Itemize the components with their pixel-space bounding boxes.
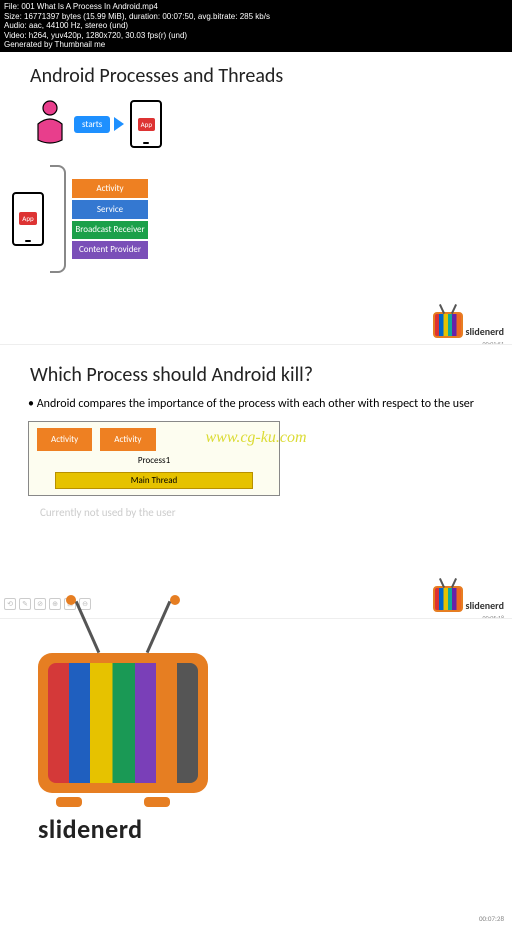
- faded-note: Currently not used by the user: [40, 506, 512, 519]
- component-stack: Activity Service Broadcast Receiver Cont…: [72, 179, 148, 259]
- arrow-right-icon: [114, 117, 124, 131]
- brand-name: slidenerd: [465, 599, 504, 612]
- tool-icon[interactable]: ⊘: [34, 598, 46, 610]
- process-diagram: Activity Activity Process1 Main Thread: [28, 421, 280, 496]
- tv-legs: [38, 793, 188, 807]
- meta-size: Size: 16771397 bytes (15.99 MiB), durati…: [4, 12, 508, 22]
- video-metadata-bar: File: 001 What Is A Process In Android.m…: [0, 0, 512, 52]
- brand-name: slidenerd: [465, 325, 504, 338]
- bracket-icon: [50, 165, 66, 273]
- tool-icon[interactable]: ⊕: [49, 598, 61, 610]
- antenna-ball-icon: [66, 595, 76, 605]
- slide2-bullet: • Android compares the importance of the…: [28, 397, 488, 413]
- meta-file: File: 001 What Is A Process In Android.m…: [4, 2, 508, 12]
- slide2-bullet-text: Android compares the importance of the p…: [37, 397, 474, 411]
- brand-logo-small: slidenerd: [433, 312, 504, 338]
- antenna-ball-icon: [170, 595, 180, 605]
- brand-logo-small: slidenerd: [433, 586, 504, 612]
- tool-icon[interactable]: ✎: [19, 598, 31, 610]
- activity-box: Activity: [37, 428, 92, 451]
- phone-icon: App: [12, 192, 44, 246]
- app-chip: App: [19, 212, 36, 225]
- main-thread-box: Main Thread: [55, 472, 253, 489]
- app-components-row: App Activity Service Broadcast Receiver …: [12, 165, 512, 273]
- slide2-title: Which Process should Android kill?: [30, 363, 512, 387]
- tool-icon[interactable]: ⟲: [4, 598, 16, 610]
- component-broadcast: Broadcast Receiver: [72, 221, 148, 239]
- timestamp: 00:07:28: [479, 914, 504, 923]
- process-label: Process1: [37, 455, 271, 466]
- brand-name-large: slidenerd: [38, 813, 512, 845]
- slide-3: slidenerd 00:07:28: [0, 618, 512, 925]
- user-starts-app-row: starts App: [32, 100, 512, 149]
- slide-1: Android Processes and Threads starts App…: [0, 64, 512, 344]
- app-chip: App: [138, 118, 155, 131]
- phone-icon: App: [130, 100, 162, 148]
- meta-generated: Generated by Thumbnail me: [4, 40, 508, 50]
- slide-2: Which Process should Android kill? • And…: [0, 344, 512, 618]
- tv-icon: [433, 312, 463, 338]
- meta-audio: Audio: aac, 44100 Hz, stereo (und): [4, 21, 508, 31]
- component-service: Service: [72, 200, 148, 219]
- meta-video: Video: h264, yuv420p, 1280x720, 30.03 fp…: [4, 31, 508, 41]
- starts-label: starts: [74, 116, 110, 133]
- tv-icon: [433, 586, 463, 612]
- slide1-title: Android Processes and Threads: [30, 64, 512, 88]
- component-activity: Activity: [72, 179, 148, 198]
- tv-icon-large: [38, 653, 208, 793]
- component-content: Content Provider: [72, 241, 148, 259]
- tv-screen: [48, 663, 198, 783]
- activity-row: Activity Activity: [37, 428, 271, 451]
- brand-logo-large: slidenerd: [28, 653, 512, 845]
- activity-box: Activity: [100, 428, 155, 451]
- user-icon: [32, 100, 68, 149]
